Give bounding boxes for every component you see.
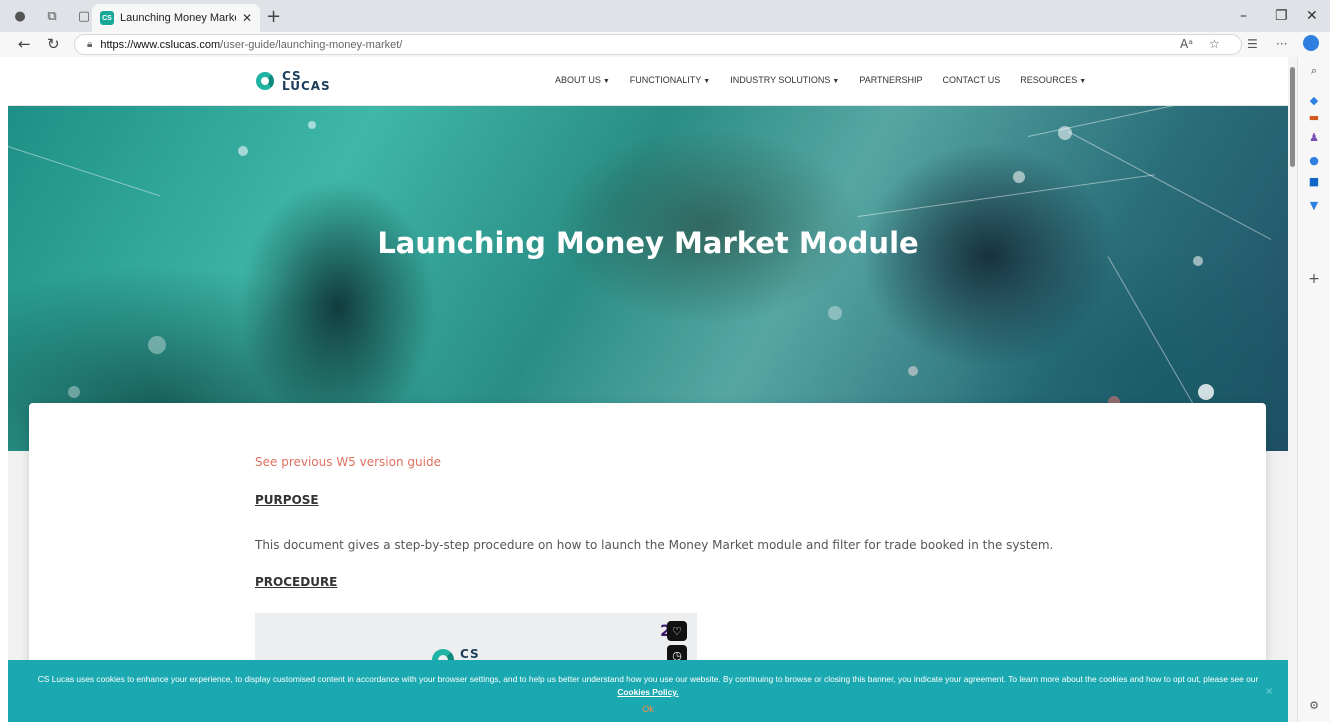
office-icon[interactable]: ●: [1306, 152, 1322, 168]
site-header: CS LUCAS ABOUT US ▼ FUNCTIONALITY ▼ INDUST…: [8, 57, 1288, 106]
tab-title: Launching Money Market Module: [120, 12, 236, 24]
shopping-tag-icon[interactable]: ◆: [1306, 92, 1322, 108]
restore-icon[interactable]: ❐: [1275, 8, 1288, 24]
logo-text-lucas: LUCAS: [282, 79, 331, 93]
favorite-star-icon[interactable]: ☆: [1209, 37, 1220, 51]
nav-industry-solutions[interactable]: INDUSTRY SOLUTIONS ▼: [730, 75, 839, 85]
caret-down-icon: ▼: [703, 78, 711, 85]
workspaces-icon[interactable]: ⧉: [40, 4, 64, 28]
caret-down-icon: ▼: [602, 78, 610, 85]
purpose-heading: PURPOSE: [255, 493, 319, 507]
outlook-icon[interactable]: ■: [1306, 173, 1322, 189]
favorites-list-icon[interactable]: ☰: [1247, 37, 1258, 51]
add-sidebar-app-icon[interactable]: +: [1306, 271, 1322, 287]
url-host: https://www.cslucas.com: [100, 38, 221, 51]
edge-sidebar: ⌕ ◆ ▬ ♟ ● ■ ▼ + ⚙: [1297, 57, 1330, 722]
site-favicon-icon: CS: [100, 11, 114, 25]
refresh-icon[interactable]: ↻: [47, 35, 60, 53]
cookie-banner: CS Lucas uses cookies to enhance your ex…: [8, 660, 1288, 722]
hero-banner: Launching Money Market Module: [8, 106, 1288, 451]
cookies-policy-link[interactable]: Cookies Policy.: [617, 687, 678, 697]
new-tab-icon[interactable]: +: [266, 6, 281, 27]
procedure-heading: PROCEDURE: [255, 575, 338, 589]
minimize-icon[interactable]: –: [1240, 8, 1247, 24]
search-icon[interactable]: ⌕: [1306, 63, 1322, 79]
preview-logo-text: CS: [460, 647, 480, 661]
browser-toolbar: ← ↻ 🔒︎ https://www.cslucas.com/user-guid…: [0, 32, 1330, 57]
games-icon[interactable]: ♟: [1306, 129, 1322, 145]
page-viewport: CS LUCAS ABOUT US ▼ FUNCTIONALITY ▼ INDUST…: [8, 57, 1288, 722]
tab-close-icon[interactable]: ✕: [242, 11, 252, 25]
tools-icon[interactable]: ▬: [1306, 109, 1322, 125]
page-title: Launching Money Market Module: [377, 226, 919, 260]
cookie-ok-button[interactable]: Ok: [8, 704, 1288, 714]
nav-contact-us[interactable]: CONTACT US: [943, 75, 1001, 85]
page-scrollbar[interactable]: [1288, 57, 1297, 722]
cslucas-logo[interactable]: CS LUCAS: [256, 70, 331, 93]
window-close-icon[interactable]: ✕: [1306, 8, 1318, 24]
heart-icon[interactable]: ♡: [667, 621, 687, 641]
cookie-close-icon[interactable]: ×: [1265, 686, 1273, 697]
nav-resources[interactable]: RESOURCES ▼: [1020, 75, 1086, 85]
lock-icon[interactable]: 🔒︎: [87, 39, 92, 50]
sidebar-settings-icon[interactable]: ⚙: [1306, 697, 1322, 713]
nav-functionality[interactable]: FUNCTIONALITY ▼: [630, 75, 710, 85]
address-bar[interactable]: 🔒︎ https://www.cslucas.com/user-guide/la…: [74, 34, 1242, 55]
logo-ring-icon: [256, 72, 274, 90]
copilot-icon[interactable]: [1303, 35, 1319, 51]
profile-icon[interactable]: ●: [8, 4, 32, 28]
caret-down-icon: ▼: [832, 78, 840, 85]
browser-tab-active[interactable]: CS Launching Money Market Module ✕: [92, 4, 260, 32]
url-path: /user-guide/launching-money-market/: [220, 38, 403, 51]
purpose-text: This document gives a step-by-step proce…: [255, 538, 1054, 552]
nav-about-us[interactable]: ABOUT US ▼: [555, 75, 610, 85]
more-menu-icon[interactable]: ···: [1276, 37, 1287, 51]
previous-version-link[interactable]: See previous W5 version guide: [255, 455, 441, 469]
caret-down-icon: ▼: [1079, 78, 1087, 85]
nav-partnership[interactable]: PARTNERSHIP: [859, 75, 922, 85]
cookie-message: CS Lucas uses cookies to enhance your ex…: [37, 674, 1259, 697]
scrollbar-thumb[interactable]: [1290, 67, 1295, 167]
back-icon[interactable]: ←: [18, 35, 31, 53]
read-aloud-icon[interactable]: A͏ᵃ: [1180, 37, 1193, 51]
main-nav: ABOUT US ▼ FUNCTIONALITY ▼ INDUSTRY SOLUTI…: [555, 75, 1106, 85]
drop-icon[interactable]: ▼: [1306, 197, 1322, 213]
